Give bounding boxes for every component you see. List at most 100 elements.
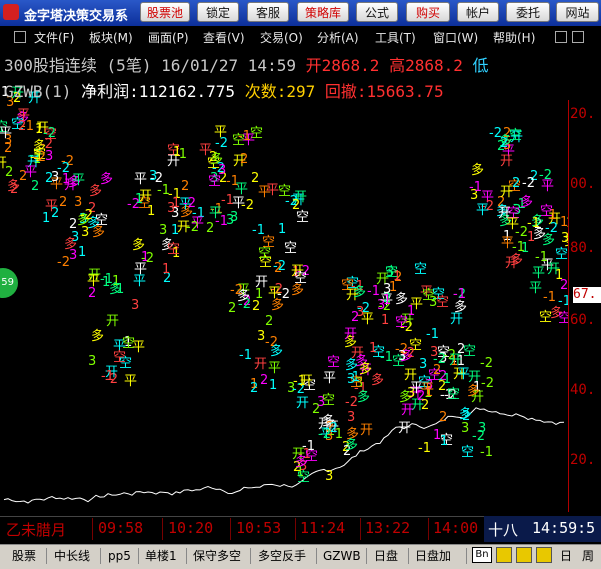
chart-type-icon[interactable] bbox=[496, 547, 512, 563]
tab-single-1[interactable]: 单楼1 bbox=[145, 547, 177, 565]
bn-button[interactable]: Bn bbox=[472, 547, 492, 563]
service-button[interactable]: 客服 bbox=[247, 2, 289, 22]
signal-glyph: 空 bbox=[414, 262, 427, 277]
tab-pp5[interactable]: pp5 bbox=[108, 547, 131, 565]
signal-glyph: 开 bbox=[344, 327, 357, 342]
signal-glyph: 多 bbox=[109, 281, 122, 297]
time-divider bbox=[295, 518, 296, 540]
tab-stocks[interactable]: 股票 bbox=[12, 547, 36, 565]
signal-glyph: 1 bbox=[278, 222, 286, 237]
signal-glyph: 多 bbox=[132, 237, 145, 253]
signal-glyph: 多 bbox=[295, 454, 308, 470]
trade-count: 次数:297 bbox=[244, 82, 316, 101]
signal-glyph: 空 bbox=[436, 295, 449, 310]
signal-glyph: 多 bbox=[345, 437, 358, 453]
signal-glyph: 2 bbox=[500, 136, 508, 151]
current-price-tag: 67. bbox=[573, 287, 601, 303]
time-divider bbox=[428, 518, 429, 540]
day-period-button[interactable]: 日 bbox=[560, 547, 572, 565]
delegate-button[interactable]: 委托 bbox=[506, 2, 550, 22]
menu-file[interactable]: 文件(F) bbox=[34, 29, 74, 46]
signal-glyph: -2 bbox=[402, 346, 415, 361]
indicator-name: GZWB(1) bbox=[4, 82, 72, 101]
tab-conservative[interactable]: 保守多空 bbox=[193, 547, 241, 565]
menu-window[interactable]: 窗口(W) bbox=[433, 29, 478, 46]
signal-glyph: 1 bbox=[172, 196, 180, 211]
week-period-button[interactable]: 周 bbox=[582, 547, 594, 565]
signal-glyph: 开 bbox=[296, 396, 309, 411]
signal-glyph: 多 bbox=[345, 357, 358, 373]
signal-glyph: 1 bbox=[383, 293, 391, 308]
signal-glyph: -1 bbox=[512, 240, 525, 255]
signal-glyph: 多 bbox=[91, 328, 104, 344]
lock-button[interactable]: 锁定 bbox=[197, 2, 239, 22]
restore-icon[interactable] bbox=[572, 31, 584, 43]
signal-glyph: 平 bbox=[268, 286, 281, 301]
signal-glyph: -2 bbox=[33, 150, 46, 165]
signal-glyph: 平 bbox=[214, 125, 227, 140]
website-button[interactable]: 网站 bbox=[556, 2, 599, 22]
signal-glyph: 1 bbox=[35, 122, 43, 137]
signal-glyph: 1 bbox=[269, 378, 277, 393]
stock-pool-button[interactable]: 股票池 bbox=[140, 2, 190, 22]
signal-glyph: 多 bbox=[270, 343, 283, 359]
menu-block[interactable]: 板块(M) bbox=[89, 29, 133, 46]
signal-glyph: -1 bbox=[480, 445, 493, 460]
signal-glyph: 2 bbox=[240, 152, 248, 167]
signal-glyph: -1 bbox=[293, 374, 306, 389]
signal-glyph: 多 bbox=[454, 299, 467, 315]
period-5-icon[interactable] bbox=[536, 547, 552, 563]
signal-glyph: 2 bbox=[206, 221, 214, 236]
minimize-icon[interactable] bbox=[555, 31, 567, 43]
signal-glyph: 1 bbox=[407, 304, 415, 319]
signal-glyph: 3 bbox=[347, 410, 355, 425]
header-line-2: GZWB(1) 净利润:112162.775 次数:297 回撤:15663.7… bbox=[4, 78, 444, 102]
buy-button[interactable]: 购买 bbox=[406, 2, 450, 22]
signal-glyph: 平 bbox=[134, 262, 147, 277]
signal-glyph: 开 bbox=[398, 421, 411, 436]
tab-gzwb[interactable]: GZWB bbox=[323, 547, 361, 565]
tab-divider bbox=[316, 548, 317, 564]
signal-glyph: 空 bbox=[327, 355, 340, 370]
tab-day-session-plus[interactable]: 日盘加 bbox=[415, 547, 451, 565]
tab-day-session[interactable]: 日盘 bbox=[374, 547, 398, 565]
time-tick-label: 14:00 bbox=[433, 519, 479, 537]
tab-divider bbox=[408, 548, 409, 564]
signal-glyph: -2 bbox=[481, 376, 494, 391]
signal-glyph: 1 bbox=[381, 313, 389, 328]
signal-glyph: 平 bbox=[529, 281, 542, 296]
signal-glyph: 多 bbox=[467, 383, 480, 399]
menu-help[interactable]: 帮助(H) bbox=[493, 29, 535, 46]
signal-glyph: 1 bbox=[162, 262, 170, 277]
signal-glyph: -2 bbox=[183, 196, 196, 211]
tab-divider bbox=[46, 548, 47, 564]
signal-glyph: 多 bbox=[353, 284, 366, 300]
menu-view-pane[interactable]: 画面(P) bbox=[148, 29, 189, 46]
menu-analysis[interactable]: 分析(A) bbox=[317, 29, 359, 46]
y-tick-label: 40. bbox=[570, 382, 596, 398]
signal-glyph: -1 bbox=[426, 327, 439, 342]
signal-glyph: 空 bbox=[540, 204, 553, 219]
menu-view[interactable]: 查看(V) bbox=[203, 29, 245, 46]
signal-glyph: 空 bbox=[284, 241, 297, 256]
account-button[interactable]: 帐户 bbox=[457, 2, 499, 22]
signal-glyph: 1 bbox=[255, 287, 263, 302]
price-axis bbox=[568, 100, 601, 512]
tab-divider bbox=[100, 548, 101, 564]
signal-glyph: 空 bbox=[322, 393, 335, 408]
signal-glyph: 空 bbox=[113, 350, 126, 365]
signal-glyph: 2 bbox=[59, 195, 67, 210]
signal-glyph: -2 bbox=[545, 221, 558, 236]
signal-glyph: 2 bbox=[31, 179, 39, 194]
period-1-icon[interactable] bbox=[516, 547, 532, 563]
menu-tools[interactable]: 工具(T) bbox=[375, 29, 416, 46]
low-price: 低 bbox=[472, 56, 489, 75]
tab-long-term[interactable]: 中长线 bbox=[54, 547, 90, 565]
signal-glyph: -2 bbox=[480, 356, 493, 371]
signal-glyph: 空 bbox=[461, 445, 474, 460]
signal-glyph: 空 bbox=[262, 235, 275, 250]
formula-button[interactable]: 公式 bbox=[356, 2, 398, 22]
menu-trade[interactable]: 交易(O) bbox=[260, 29, 303, 46]
tab-long-short-reverse[interactable]: 多空反手 bbox=[258, 547, 306, 565]
strategy-button[interactable]: 策略库 bbox=[297, 2, 349, 22]
